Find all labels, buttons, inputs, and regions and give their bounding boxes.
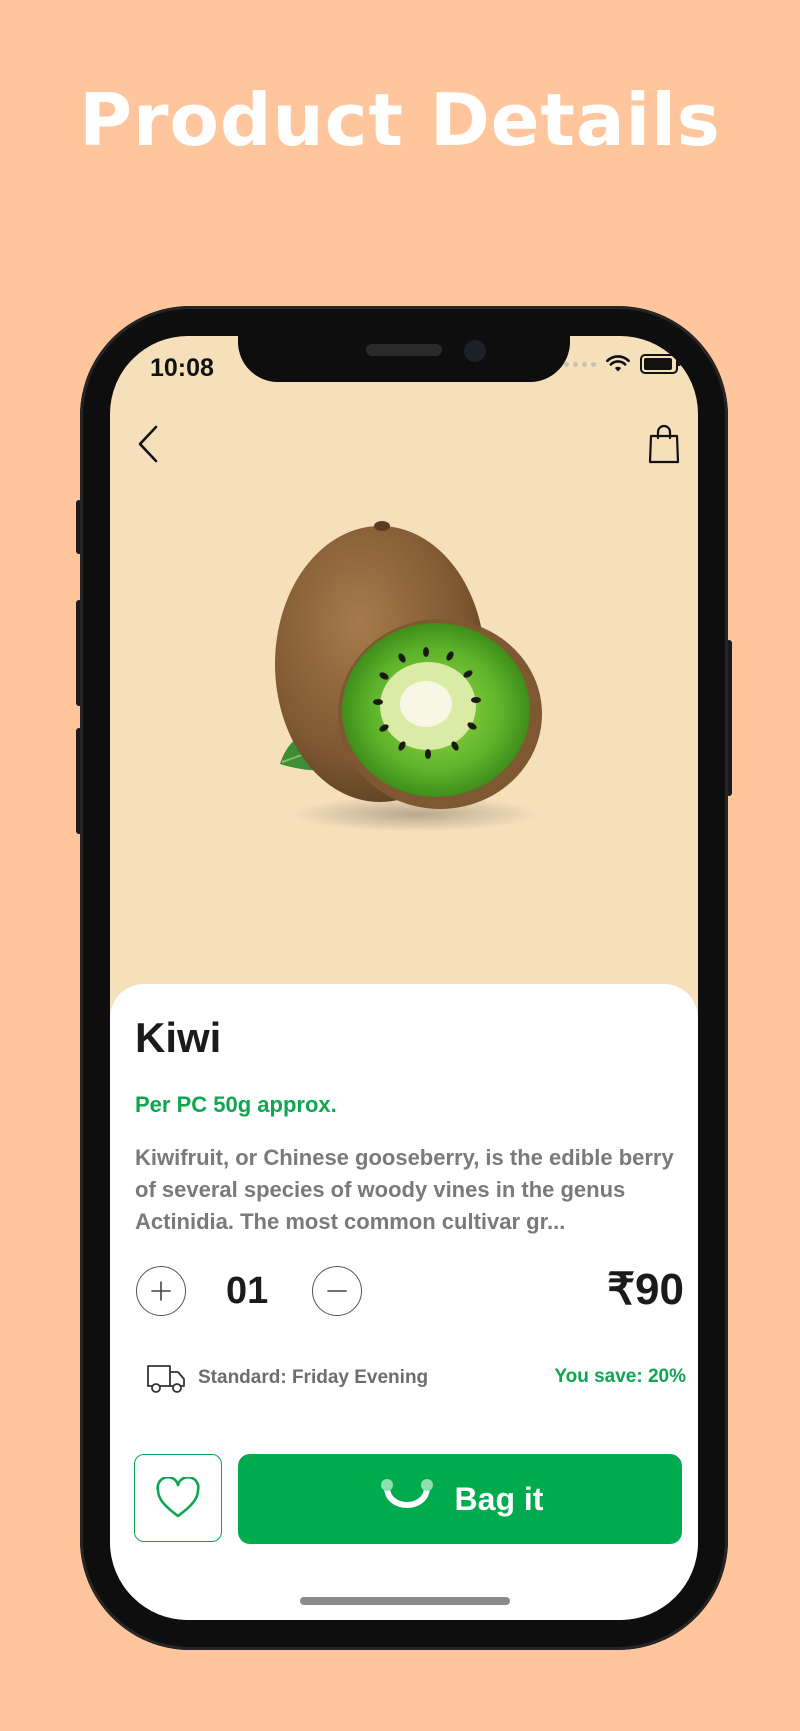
favorite-button[interactable] xyxy=(134,1454,222,1542)
product-details-sheet: Kiwi Per PC 50g approx. Kiwifruit, or Ch… xyxy=(110,984,698,1620)
front-camera xyxy=(464,340,486,362)
heart-icon xyxy=(156,1477,200,1518)
product-weight: Per PC 50g approx. xyxy=(135,1092,337,1117)
wifi-icon xyxy=(606,355,630,372)
phone-screen: 10:08 Kiwi Per PC 50g approx. Kiwifruit,… xyxy=(110,336,698,1620)
status-icons xyxy=(564,354,681,374)
minus-icon xyxy=(327,1290,347,1292)
quantity-value: 01 xyxy=(226,1270,269,1312)
product-image xyxy=(275,521,542,832)
plus-icon xyxy=(151,1281,171,1301)
product-price: ₹90 xyxy=(607,1265,684,1314)
speaker xyxy=(366,344,442,356)
status-time: 10:08 xyxy=(150,354,214,382)
quantity-increase-button[interactable] xyxy=(136,1266,186,1316)
battery-icon xyxy=(640,354,681,374)
product-description: Kiwifruit, or Chinese gooseberry, is the… xyxy=(135,1145,674,1234)
cart-button[interactable] xyxy=(642,420,686,468)
add-to-bag-button[interactable]: Bag it xyxy=(238,1454,682,1544)
bag-smile-icon xyxy=(380,1479,433,1508)
delivery-text: Standard: Friday Evening xyxy=(198,1367,429,1388)
page-headline: Product Details xyxy=(79,78,721,162)
signal-icon xyxy=(564,361,596,367)
truck-icon xyxy=(147,1365,185,1393)
chevron-left-icon xyxy=(138,425,158,463)
delivery-info: Standard: Friday Evening xyxy=(146,1362,428,1394)
product-title: Kiwi xyxy=(135,1014,222,1061)
savings-text: You save: 20% xyxy=(554,1366,686,1387)
back-button[interactable] xyxy=(126,420,170,468)
add-to-bag-label: Bag it xyxy=(454,1480,544,1517)
shopping-bag-icon xyxy=(648,424,680,464)
notch xyxy=(238,336,570,382)
home-indicator[interactable] xyxy=(300,1597,510,1605)
quantity-decrease-button[interactable] xyxy=(312,1266,362,1316)
